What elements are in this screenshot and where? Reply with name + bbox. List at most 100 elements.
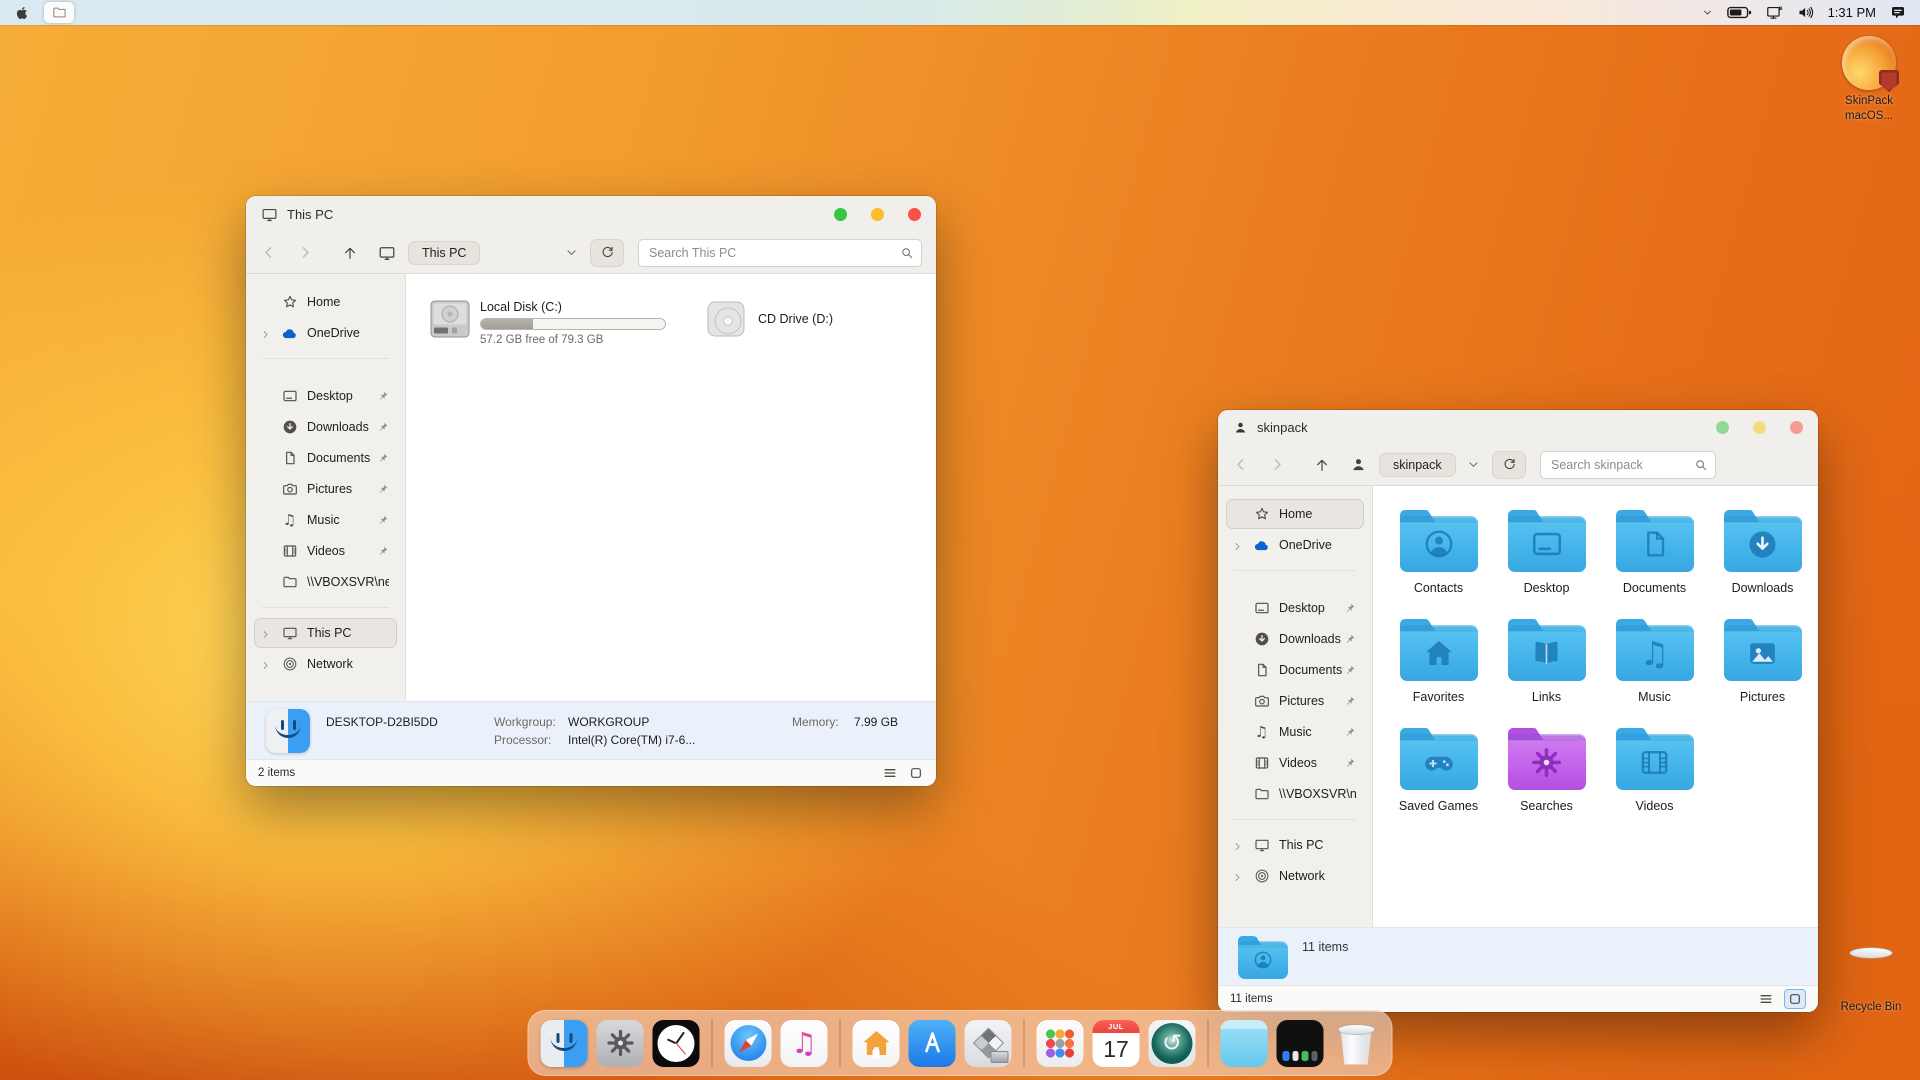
- minimize-button[interactable]: [1716, 421, 1729, 434]
- folder-pictures[interactable]: Pictures: [1709, 617, 1816, 704]
- chevron-right-icon[interactable]: [1232, 538, 1248, 552]
- address-dropdown-chevron-icon[interactable]: [1467, 458, 1480, 471]
- sidebar-item-music[interactable]: ♫Music: [254, 505, 397, 535]
- breadcrumb[interactable]: skinpack: [1379, 453, 1456, 477]
- tray-expand-chevron-icon[interactable]: [1702, 7, 1713, 18]
- address-bar[interactable]: skinpack: [1350, 453, 1492, 477]
- close-button[interactable]: [908, 208, 921, 221]
- sidebar-item-pictures[interactable]: Pictures: [254, 474, 397, 504]
- sidebar-item-home[interactable]: Home: [1226, 499, 1364, 529]
- notification-center-icon[interactable]: [1890, 5, 1906, 21]
- dock-calendar[interactable]: JUL17: [1093, 1020, 1140, 1067]
- sidebar-item-network-share[interactable]: \\VBOXSVR\new: [1226, 779, 1364, 809]
- dock-disk-utility[interactable]: [965, 1020, 1012, 1067]
- sidebar-item-videos[interactable]: Videos: [1226, 748, 1364, 778]
- icons-view-button-selected[interactable]: [1784, 989, 1806, 1009]
- dock-color-panel[interactable]: [1277, 1020, 1324, 1067]
- sidebar-item-music[interactable]: ♫Music: [1226, 717, 1364, 747]
- drive-local-disk-c[interactable]: Local Disk (C:) 57.2 GB free of 79.3 GB: [430, 300, 666, 346]
- dock-launchpad[interactable]: [1037, 1020, 1084, 1067]
- dock-home-app[interactable]: [853, 1020, 900, 1067]
- battery-icon[interactable]: [1727, 6, 1752, 19]
- dock-system-settings[interactable]: [597, 1020, 644, 1067]
- volume-icon[interactable]: [1797, 4, 1814, 21]
- titlebar[interactable]: skinpack: [1218, 410, 1818, 444]
- chevron-right-icon[interactable]: [1232, 838, 1248, 852]
- dock-time-machine[interactable]: ↺: [1149, 1020, 1196, 1067]
- picture-icon: [1724, 625, 1802, 681]
- sidebar-item-videos[interactable]: Videos: [254, 536, 397, 566]
- dock-app-store[interactable]: [909, 1020, 956, 1067]
- back-button[interactable]: [1232, 456, 1249, 473]
- folder-music[interactable]: ♫Music: [1601, 617, 1708, 704]
- chevron-right-icon[interactable]: [260, 657, 276, 671]
- dock-stickies[interactable]: [1221, 1020, 1268, 1067]
- folder-contacts[interactable]: Contacts: [1385, 508, 1492, 595]
- sidebar-item-home[interactable]: Home: [254, 287, 397, 317]
- details-view-button[interactable]: [882, 765, 898, 781]
- this-pc-icon: [261, 206, 278, 223]
- folder-searches[interactable]: Searches: [1493, 726, 1600, 813]
- maximize-button[interactable]: [1753, 421, 1766, 434]
- sidebar-item-onedrive[interactable]: OneDrive: [1226, 530, 1364, 560]
- network-icon: [281, 656, 298, 673]
- active-app-explorer-icon[interactable]: [44, 2, 74, 23]
- sidebar-item-pictures[interactable]: Pictures: [1226, 686, 1364, 716]
- blue-folder-icon: [1400, 734, 1478, 790]
- sidebar-item-onedrive[interactable]: OneDrive: [254, 318, 397, 348]
- back-button[interactable]: [260, 244, 277, 261]
- dock-safari[interactable]: [725, 1020, 772, 1067]
- chevron-right-icon[interactable]: [260, 326, 276, 340]
- music-note-icon: ♫: [1616, 625, 1694, 681]
- sidebar-item-this-pc[interactable]: This PC: [254, 618, 397, 648]
- folder-downloads[interactable]: Downloads: [1709, 508, 1816, 595]
- address-dropdown-chevron-icon[interactable]: [565, 246, 578, 259]
- folder-links[interactable]: Links: [1493, 617, 1600, 704]
- address-bar[interactable]: This PC: [378, 241, 590, 265]
- sidebar-item-network[interactable]: Network: [1226, 861, 1364, 891]
- search-input[interactable]: [1540, 451, 1716, 479]
- dock-trash[interactable]: [1333, 1020, 1380, 1067]
- maximize-button[interactable]: [871, 208, 884, 221]
- desktop-icon-skinpack-installer[interactable]: SkinPackmacOS...: [1833, 36, 1905, 124]
- dock-finder[interactable]: [541, 1020, 588, 1067]
- chevron-right-icon[interactable]: [1232, 869, 1248, 883]
- sidebar-item-downloads[interactable]: Downloads: [1226, 624, 1364, 654]
- chevron-right-icon[interactable]: [260, 626, 276, 640]
- window-title: skinpack: [1257, 420, 1308, 435]
- dock-music[interactable]: ♫: [781, 1020, 828, 1067]
- sidebar-item-network-share[interactable]: \\VBOXSVR\new: [254, 567, 397, 597]
- dock-clock[interactable]: [653, 1020, 700, 1067]
- forward-button[interactable]: [1269, 456, 1286, 473]
- sidebar-item-documents[interactable]: Documents: [254, 443, 397, 473]
- sidebar-item-documents[interactable]: Documents: [1226, 655, 1364, 685]
- close-button[interactable]: [1790, 421, 1803, 434]
- clock-time[interactable]: 1:31 PM: [1828, 5, 1876, 20]
- folder-saved-games[interactable]: Saved Games: [1385, 726, 1492, 813]
- refresh-button[interactable]: [1492, 451, 1526, 479]
- sidebar-item-network[interactable]: Network: [254, 649, 397, 679]
- sidebar-item-desktop[interactable]: Desktop: [254, 381, 397, 411]
- sidebar-item-downloads[interactable]: Downloads: [254, 412, 397, 442]
- apple-menu-icon[interactable]: [14, 5, 30, 21]
- drive-cd-d[interactable]: CD Drive (D:): [706, 300, 833, 338]
- forward-button[interactable]: [297, 244, 314, 261]
- sidebar-item-desktop[interactable]: Desktop: [1226, 593, 1364, 623]
- sidebar-item-this-pc[interactable]: This PC: [1226, 830, 1364, 860]
- minimize-button[interactable]: [834, 208, 847, 221]
- refresh-button[interactable]: [590, 239, 624, 267]
- details-view-button[interactable]: [1758, 991, 1774, 1007]
- up-button[interactable]: [342, 245, 358, 261]
- breadcrumb[interactable]: This PC: [408, 241, 480, 265]
- display-network-icon[interactable]: [1766, 4, 1783, 21]
- search-input[interactable]: [638, 239, 922, 267]
- desktop-icon-recycle-bin[interactable]: Recycle Bin: [1835, 948, 1907, 1015]
- up-button[interactable]: [1314, 457, 1330, 473]
- folder-videos[interactable]: Videos: [1601, 726, 1708, 813]
- folder-documents[interactable]: Documents: [1601, 508, 1708, 595]
- time-machine-arrow-icon: ↺: [1152, 1023, 1193, 1064]
- icons-view-button[interactable]: [908, 765, 924, 781]
- folder-desktop[interactable]: Desktop: [1493, 508, 1600, 595]
- folder-favorites[interactable]: Favorites: [1385, 617, 1492, 704]
- titlebar[interactable]: This PC: [246, 196, 936, 232]
